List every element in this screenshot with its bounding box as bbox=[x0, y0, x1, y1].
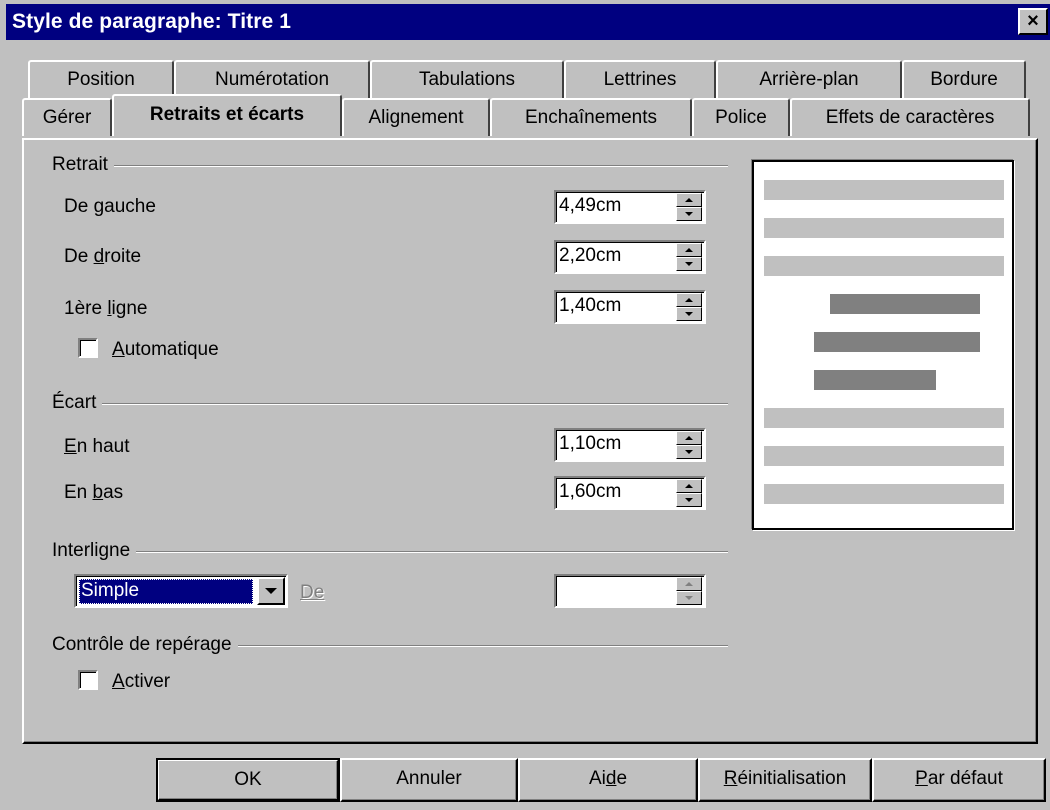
left-indent-label: De gauche bbox=[64, 196, 156, 217]
chevron-down-icon[interactable] bbox=[257, 577, 285, 605]
right-indent-value: 2,20cm bbox=[559, 245, 622, 266]
preview-line bbox=[764, 180, 1004, 200]
activer-checkbox[interactable] bbox=[78, 670, 98, 690]
paragraph-preview bbox=[752, 160, 1014, 530]
space-above-spinbox[interactable]: 1,10cm bbox=[554, 428, 706, 462]
line-spacing-select[interactable]: Simple bbox=[74, 574, 288, 608]
line-spacing-de-label: De bbox=[300, 582, 325, 603]
left-indent-spinbox[interactable]: 4,49cm bbox=[554, 190, 706, 224]
preview-line bbox=[764, 218, 1004, 238]
spin-up-icon[interactable] bbox=[676, 577, 702, 591]
first-line-spinbox[interactable]: 1,40cm bbox=[554, 290, 706, 324]
activer-label: Activer bbox=[112, 671, 171, 692]
default-button[interactable]: Par défaut bbox=[872, 758, 1046, 802]
spin-up-icon[interactable] bbox=[676, 431, 702, 445]
tab-arriere-plan[interactable]: Arrière-plan bbox=[716, 60, 902, 98]
space-below-label: En bas bbox=[64, 482, 124, 503]
preview-line bbox=[814, 332, 980, 352]
left-indent-value: 4,49cm bbox=[559, 195, 622, 216]
tab-police[interactable]: Police bbox=[692, 98, 790, 136]
spin-down-icon[interactable] bbox=[676, 257, 702, 271]
spin-down-icon[interactable] bbox=[676, 591, 702, 605]
preview-line bbox=[764, 256, 1004, 276]
automatique-label: Automatique bbox=[112, 339, 219, 360]
tab-retraits-et-ecarts[interactable]: Retraits et écarts bbox=[112, 94, 342, 136]
first-line-value: 1,40cm bbox=[559, 295, 622, 316]
line-spacing-selected: Simple bbox=[79, 579, 253, 604]
line-spacing-value-spinbox[interactable] bbox=[554, 574, 706, 608]
tab-lettrines[interactable]: Lettrines bbox=[564, 60, 716, 98]
tab-page-retraits: Retrait De gauche 4,49cm De droite 2,20c… bbox=[22, 138, 1038, 744]
ecart-divider bbox=[54, 403, 728, 405]
reperage-group-title: Contrôle de repérage bbox=[52, 634, 238, 656]
first-line-label: 1ère ligne bbox=[64, 298, 148, 319]
tab-numerotation[interactable]: Numérotation bbox=[174, 60, 370, 98]
spin-up-icon[interactable] bbox=[676, 293, 702, 307]
interligne-group-title: Interligne bbox=[52, 540, 137, 562]
window-title: Style de paragraphe: Titre 1 bbox=[12, 10, 292, 33]
close-icon: × bbox=[1027, 10, 1039, 32]
tab-gerer[interactable]: Gérer bbox=[22, 98, 112, 136]
automatique-checkbox[interactable] bbox=[78, 338, 98, 358]
retrait-group-title: Retrait bbox=[52, 154, 114, 176]
spin-down-icon[interactable] bbox=[676, 445, 702, 459]
spin-down-icon[interactable] bbox=[676, 207, 702, 221]
right-indent-label: De droite bbox=[64, 246, 142, 267]
spin-down-icon[interactable] bbox=[676, 307, 702, 321]
tab-tabulations[interactable]: Tabulations bbox=[370, 60, 564, 98]
preview-line bbox=[764, 446, 1004, 466]
paragraph-style-dialog: Style de paragraphe: Titre 1 × Position … bbox=[0, 0, 1050, 810]
retrait-divider bbox=[54, 165, 728, 167]
reset-button[interactable]: Réinitialisation bbox=[698, 758, 872, 802]
tab-enchainements[interactable]: Enchaînements bbox=[490, 98, 692, 136]
spin-up-icon[interactable] bbox=[676, 193, 702, 207]
spin-up-icon[interactable] bbox=[676, 243, 702, 257]
help-button[interactable]: Aide bbox=[518, 758, 698, 802]
right-indent-spinbox[interactable]: 2,20cm bbox=[554, 240, 706, 274]
tab-effets-de-caracteres[interactable]: Effets de caractères bbox=[790, 98, 1030, 136]
space-above-value: 1,10cm bbox=[559, 433, 622, 454]
space-above-label: En haut bbox=[64, 436, 130, 457]
tab-alignement[interactable]: Alignement bbox=[342, 98, 490, 136]
spin-up-icon[interactable] bbox=[676, 479, 702, 493]
preview-line bbox=[764, 484, 1004, 504]
cancel-button[interactable]: Annuler bbox=[340, 758, 518, 802]
space-below-spinbox[interactable]: 1,60cm bbox=[554, 476, 706, 510]
preview-line bbox=[764, 408, 1004, 428]
spin-down-icon[interactable] bbox=[676, 493, 702, 507]
interligne-divider bbox=[54, 551, 728, 553]
space-below-value: 1,60cm bbox=[559, 481, 622, 502]
preview-line bbox=[814, 370, 936, 390]
title-bar[interactable]: Style de paragraphe: Titre 1 × bbox=[6, 4, 1050, 40]
tab-bordure[interactable]: Bordure bbox=[902, 60, 1026, 98]
ok-button[interactable]: OK bbox=[156, 758, 340, 802]
ecart-group-title: Écart bbox=[52, 392, 103, 414]
preview-line bbox=[830, 294, 980, 314]
tab-position[interactable]: Position bbox=[28, 60, 174, 98]
close-button[interactable]: × bbox=[1018, 8, 1048, 35]
